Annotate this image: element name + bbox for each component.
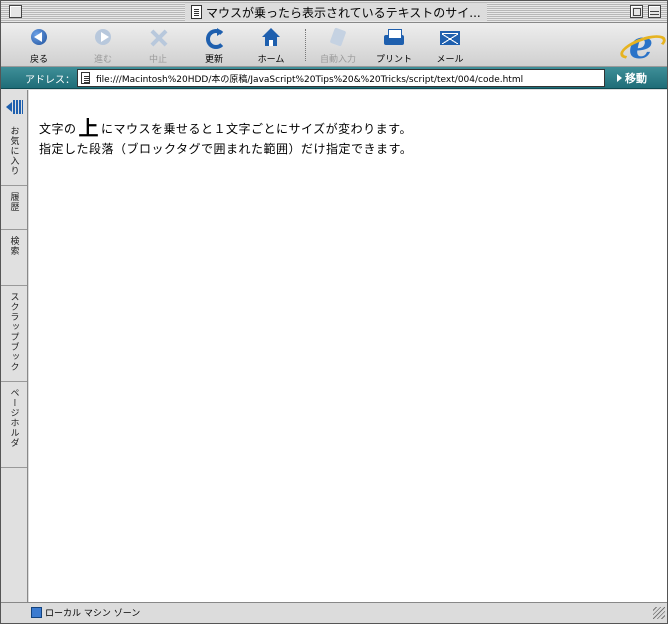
autofill-icon [327, 27, 349, 48]
browser-window: マウスが乗ったら表示されているテキストのサイ... 戻る 進む 中止 更新 ホー… [0, 0, 668, 624]
tab-scrapbook-label: スクラップブック [8, 292, 19, 372]
page-content: 文字の上にマウスを乗せると１文字ごとにサイズが変わります。 指定した段落（ブロッ… [29, 90, 667, 602]
address-input[interactable]: file:///Macintosh%20HDD/本の原稿/JavaScript%… [77, 69, 605, 87]
back-button[interactable]: 戻る [11, 25, 67, 65]
back-label: 戻る [29, 55, 48, 65]
status-zone-text: ローカル マシン ゾーン [45, 609, 141, 619]
status-bar: ローカル マシン ゾーン [1, 602, 667, 623]
stop-icon [147, 27, 169, 48]
explorer-bar-toggle-icon[interactable] [6, 100, 23, 114]
tab-page-holder-label: ページホルダ [8, 388, 19, 448]
line1-text-before: 文字の [39, 122, 77, 136]
refresh-icon [203, 27, 226, 49]
content-line-1: 文字の上にマウスを乗せると１文字ごとにサイズが変わります。 [39, 118, 412, 139]
tab-page-holder[interactable]: ページホルダ [1, 382, 27, 468]
home-button[interactable]: ホーム [243, 25, 299, 65]
go-button[interactable]: 移動 [617, 70, 647, 86]
refresh-label: 更新 [204, 55, 223, 65]
stop-button[interactable]: 中止 [130, 25, 186, 65]
mail-label: メール [436, 55, 464, 65]
zoom-box[interactable] [630, 5, 643, 18]
window-title: マウスが乗ったら表示されているテキストのサイ... [206, 5, 481, 20]
tab-scrapbook[interactable]: スクラップブック [1, 286, 27, 382]
content-paragraph: 文字の上にマウスを乗せると１文字ごとにサイズが変わります。 指定した段落（ブロッ… [39, 118, 412, 159]
explorer-bar: お気に入り 履歴 検索 スクラップブック ページホルダ [1, 90, 28, 602]
title-bar[interactable]: マウスが乗ったら表示されているテキストのサイ... [1, 1, 667, 23]
page-icon [81, 72, 90, 84]
zone-icon [31, 607, 42, 618]
mail-icon [439, 27, 461, 48]
hovered-character[interactable]: 上 [77, 116, 102, 140]
address-label: アドレス： [25, 75, 75, 86]
print-button[interactable]: プリント [366, 25, 422, 65]
tab-history[interactable]: 履歴 [1, 186, 27, 230]
go-label: 移動 [625, 72, 647, 85]
tab-favorites-label: お気に入り [8, 126, 19, 176]
home-icon [260, 27, 282, 48]
resize-grip[interactable] [653, 607, 665, 619]
close-box[interactable] [9, 5, 22, 18]
collapse-box[interactable] [648, 5, 661, 18]
tab-search[interactable]: 検索 [1, 230, 27, 286]
go-arrow-icon [617, 74, 622, 82]
autofill-label: 自動入力 [319, 55, 356, 65]
line1-text-after: にマウスを乗せると１文字ごとにサイズが変わります。 [101, 122, 412, 136]
address-url: file:///Macintosh%20HDD/本の原稿/JavaScript%… [96, 74, 524, 85]
document-icon [191, 5, 202, 19]
tab-history-label: 履歴 [8, 192, 19, 212]
mail-button[interactable]: メール [422, 25, 478, 65]
stop-label: 中止 [148, 55, 167, 65]
content-line-2: 指定した段落（ブロックタグで囲まれた範囲）だけ指定できます。 [39, 142, 413, 156]
tab-favorites[interactable]: お気に入り [1, 120, 27, 186]
forward-button[interactable]: 進む [75, 25, 131, 65]
toolbar-separator [305, 29, 306, 61]
window-title-wrap: マウスが乗ったら表示されているテキストのサイ... [185, 3, 487, 21]
forward-label: 進む [93, 55, 112, 65]
home-label: ホーム [257, 55, 285, 65]
address-bar: アドレス： file:///Macintosh%20HDD/本の原稿/JavaS… [1, 67, 667, 89]
forward-arrow-icon [92, 27, 114, 48]
printer-icon [383, 27, 405, 48]
back-arrow-icon [28, 27, 50, 48]
autofill-button[interactable]: 自動入力 [310, 25, 366, 65]
print-label: プリント [375, 55, 412, 65]
tab-search-label: 検索 [8, 236, 19, 256]
toolbar: 戻る 進む 中止 更新 ホーム 自動入力 プリント メール e [1, 23, 667, 67]
refresh-button[interactable]: 更新 [186, 25, 242, 65]
ie-logo-icon: e [623, 26, 659, 64]
